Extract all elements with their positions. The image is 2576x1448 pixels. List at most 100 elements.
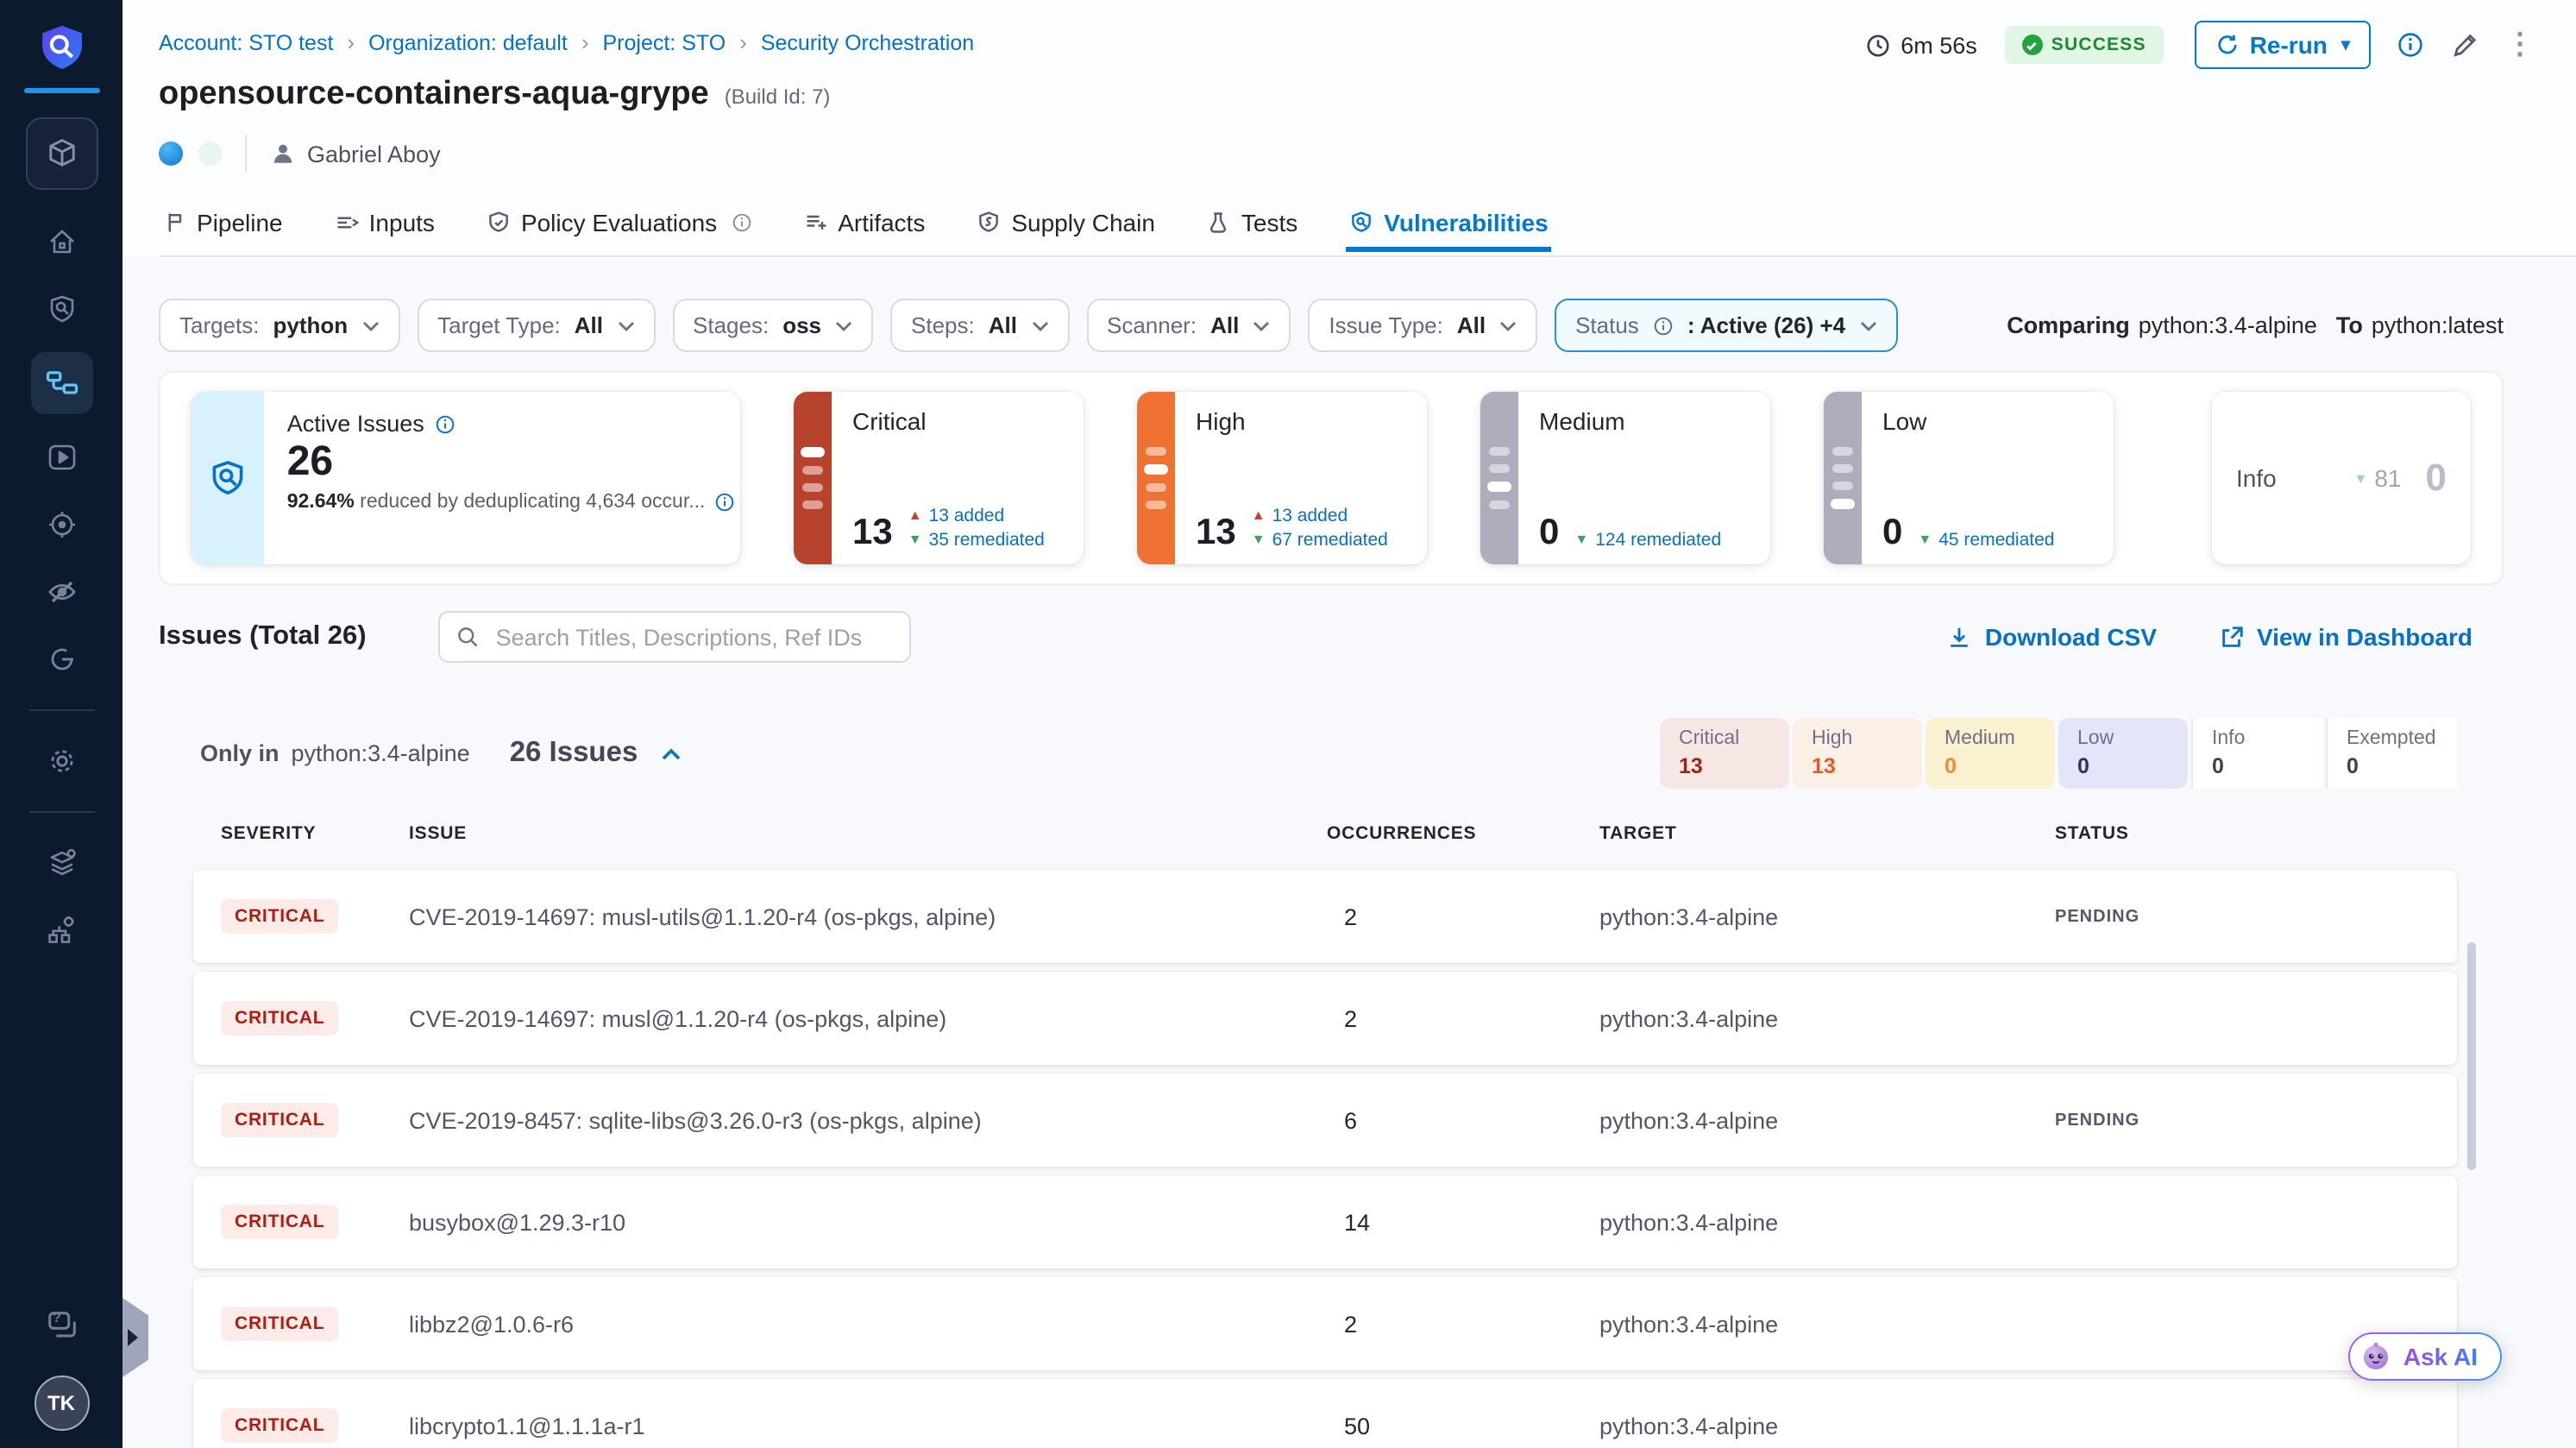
col-severity: SEVERITY xyxy=(221,823,409,844)
caret-down-icon: ▾ xyxy=(2341,35,2350,54)
scan-shield-icon xyxy=(44,292,79,326)
table-row[interactable]: CRITICAL CVE-2019-14697: musl@1.1.20-r4 … xyxy=(193,972,2457,1065)
table-scrollbar[interactable] xyxy=(2467,942,2476,1170)
run-author: Gabriel Aboy xyxy=(269,140,441,167)
chevron-up-icon[interactable] xyxy=(660,746,681,760)
sidebar-item-targets[interactable] xyxy=(30,501,92,549)
filter-steps[interactable]: Steps:All xyxy=(890,299,1069,352)
sidebar-item-baselines[interactable] xyxy=(30,635,92,683)
filter-target-type[interactable]: Target Type:All xyxy=(417,299,655,352)
chip-critical: Critical13 xyxy=(1660,718,1789,789)
scanner-avatar-faded-icon[interactable] xyxy=(198,142,223,166)
low-strip-icon xyxy=(1824,392,1862,564)
download-csv-button[interactable]: Download CSV xyxy=(1947,623,2157,651)
filter-status[interactable]: Status : Active (26) +4 xyxy=(1555,299,1897,352)
breadcrumb-org[interactable]: Organization: default xyxy=(368,30,568,54)
question-mark-glyph: ? xyxy=(53,1310,61,1325)
user-avatar[interactable]: TK xyxy=(34,1376,89,1431)
info-circle-icon[interactable] xyxy=(713,493,734,513)
info-circle-icon xyxy=(1653,315,1674,336)
chip-high: High13 xyxy=(1793,718,1922,789)
info-delta: ▼ 81 xyxy=(2354,464,2402,492)
triangle-up-icon: ▲ xyxy=(908,508,922,524)
scanner-avatar-icon[interactable] xyxy=(159,142,183,166)
tab-supply-chain[interactable]: Supply Chain xyxy=(973,205,1159,252)
sidebar-item-org-settings[interactable] xyxy=(30,906,92,954)
execution-tabs: Pipeline Inputs Policy Evaluations Artif… xyxy=(159,205,2576,257)
sidebar-item-scans[interactable] xyxy=(30,285,92,333)
active-issues-card: Active Issues 26 92.64% reduced by dedup… xyxy=(192,392,740,564)
table-row[interactable]: CRITICAL libbz2@1.0.6-r6 2 python:3.4-al… xyxy=(193,1277,2457,1370)
policy-shield-icon xyxy=(487,211,511,235)
search-input[interactable] xyxy=(493,622,895,652)
sidebar-item-executions[interactable] xyxy=(30,433,92,482)
table-row[interactable]: CRITICAL CVE-2019-14697: musl-utils@1.1.… xyxy=(193,870,2457,963)
rerun-button[interactable]: Re-run ▾ xyxy=(2195,21,2371,69)
sidebar-item-exemptions[interactable] xyxy=(30,568,92,616)
tab-vulnerabilities[interactable]: Vulnerabilities xyxy=(1346,205,1551,252)
col-issue: ISSUE xyxy=(409,823,1327,844)
breadcrumb-module[interactable]: Security Orchestration xyxy=(761,30,974,54)
breadcrumb-project[interactable]: Project: STO xyxy=(603,30,726,54)
filter-issue-type[interactable]: Issue Type:All xyxy=(1308,299,1537,352)
sidebar-item-settings[interactable] xyxy=(30,737,92,785)
active-issues-title: Active Issues xyxy=(287,411,718,437)
comparing-label: Comparing python:3.4-alpine To python:la… xyxy=(2007,312,2504,338)
chevron-down-icon xyxy=(835,320,852,331)
severity-badge: CRITICAL xyxy=(221,1001,338,1036)
dedup-note: 92.64% reduced by deduplicating 4,634 oc… xyxy=(287,493,718,513)
shield-search-icon xyxy=(207,457,248,499)
view-in-dashboard-button[interactable]: View in Dashboard xyxy=(2219,623,2472,651)
medium-label: Medium xyxy=(1539,407,1753,435)
power-icon xyxy=(44,642,79,677)
inputs-tab-icon xyxy=(335,211,359,235)
breadcrumb-separator: › xyxy=(347,29,355,55)
tab-artifacts[interactable]: Artifacts xyxy=(800,205,928,252)
high-strip-icon xyxy=(1137,392,1175,564)
low-count: 0 xyxy=(1882,514,1902,551)
filter-scanner[interactable]: Scanner:All xyxy=(1086,299,1291,352)
breadcrumb-separator: › xyxy=(739,29,747,55)
table-row[interactable]: CRITICAL busybox@1.29.3-r10 14 python:3.… xyxy=(193,1175,2457,1269)
table-row[interactable]: CRITICAL CVE-2019-8457: sqlite-libs@3.26… xyxy=(193,1073,2457,1167)
executions-play-icon xyxy=(44,440,79,475)
chevron-down-icon xyxy=(1031,320,1048,331)
breadcrumb-account[interactable]: Account: STO test xyxy=(159,30,333,54)
tab-tests[interactable]: Tests xyxy=(1203,205,1301,252)
sidebar-item-home[interactable] xyxy=(30,217,92,266)
info-circle-icon[interactable] xyxy=(435,413,456,434)
edit-pipeline-button[interactable] xyxy=(2450,30,2479,60)
issues-total-title: Issues (Total 26) xyxy=(159,621,367,652)
col-occurrences: OCCURRENCES xyxy=(1327,823,1599,844)
tab-pipeline[interactable]: Pipeline xyxy=(159,205,286,252)
issues-group: Only in python:3.4-alpine 26 Issues Crit… xyxy=(193,718,2457,1448)
high-label: High xyxy=(1196,407,1410,435)
sidebar-item-default-settings[interactable] xyxy=(30,839,92,887)
help-chat-button[interactable]: ? xyxy=(42,1306,80,1344)
module-selector-button[interactable] xyxy=(25,117,97,190)
severity-badge: CRITICAL xyxy=(221,1408,338,1443)
filter-targets[interactable]: Targets:python xyxy=(159,299,399,352)
sidebar-item-pipelines[interactable] xyxy=(30,352,92,414)
table-row[interactable]: CRITICAL libcrypto1.1@1.1.1a-r1 50 pytho… xyxy=(193,1379,2457,1448)
flask-icon xyxy=(1207,211,1231,235)
ask-ai-button[interactable]: Ask AI xyxy=(2348,1332,2502,1381)
more-options-button[interactable]: ⋮ xyxy=(2505,28,2535,62)
severity-badge: CRITICAL xyxy=(221,1103,338,1137)
critical-remediated: ▼35 remediated xyxy=(908,530,1045,551)
severity-badge: CRITICAL xyxy=(221,1205,338,1239)
triangle-down-icon: ▼ xyxy=(1918,532,1932,548)
chevron-down-icon xyxy=(1253,320,1270,331)
sidebar-divider xyxy=(28,811,94,813)
org-gear-icon xyxy=(44,913,79,947)
filter-stages[interactable]: Stages:oss xyxy=(672,299,873,352)
tab-inputs[interactable]: Inputs xyxy=(331,205,438,252)
tab-policy-evaluations[interactable]: Policy Evaluations xyxy=(483,205,755,252)
run-info-button[interactable] xyxy=(2397,31,2424,59)
low-label: Low xyxy=(1882,407,2096,435)
group-title: Only in python:3.4-alpine 26 Issues xyxy=(193,737,681,770)
issues-search[interactable] xyxy=(439,611,912,663)
issues-toolbar: Issues (Total 26) Download CSV View in D… xyxy=(159,608,2472,666)
summary-cards-panel: Active Issues 26 92.64% reduced by dedup… xyxy=(159,371,2504,585)
active-issues-count: 26 xyxy=(287,440,718,486)
